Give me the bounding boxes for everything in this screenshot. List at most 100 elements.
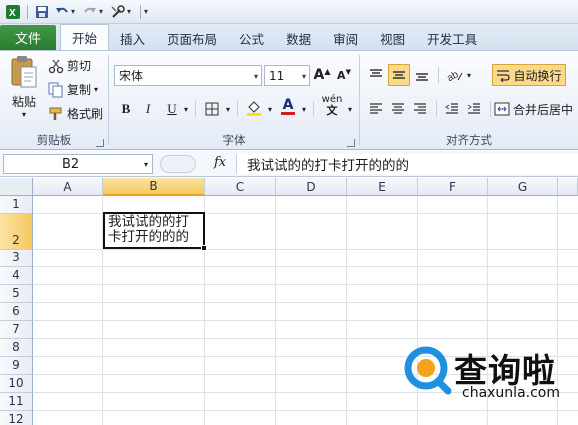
customize-dropdown-icon[interactable]: ▾ [127,7,131,16]
insert-function-icon[interactable]: fx [214,155,226,170]
format-painter-button[interactable]: 格式刷 [48,105,103,122]
format-painter-label: 格式刷 [67,107,104,121]
font-color-button[interactable]: A [279,96,297,116]
decrease-indent-button[interactable] [442,99,462,119]
font-color-label: A [282,96,294,113]
tab-review[interactable]: 审阅 [322,26,369,50]
row-header-12[interactable]: 12 [0,411,33,425]
tab-page-layout[interactable]: 页面布局 [156,26,228,50]
merge-center-label: 合并后居中 [513,102,574,117]
borders-icon [205,102,219,116]
column-header-e[interactable]: E [347,178,418,196]
gridline-row [33,266,578,267]
row-header-9[interactable]: 9 [0,357,33,375]
name-box[interactable]: B2 ▾ [3,154,153,174]
middle-align-icon [393,71,405,79]
phonetic-char-icon: 文 [326,104,338,117]
phonetic-dropdown-icon[interactable]: ▾ [345,99,355,119]
tab-data[interactable]: 数据 [275,26,322,50]
font-color-swatch [281,111,295,115]
shrink-font-button[interactable]: A ▼ [335,65,353,85]
underline-dropdown-icon[interactable]: ▾ [181,99,191,119]
wrap-text-button[interactable]: 自动换行 [492,64,566,86]
tab-insert[interactable]: 插入 [109,26,156,50]
save-icon[interactable] [33,3,51,21]
middle-align-button[interactable] [388,64,410,86]
font-size-select[interactable]: 11 ▾ [264,65,310,86]
align-right-icon [414,103,426,114]
borders-dropdown-icon[interactable]: ▾ [223,99,233,119]
tab-developer[interactable]: 开发工具 [416,26,488,50]
row-header-2[interactable]: 2 [0,214,33,250]
top-align-button[interactable] [366,65,386,85]
copy-button[interactable]: 复制 ▾ [48,81,98,98]
align-center-button[interactable] [388,99,408,119]
undo-dropdown-icon[interactable]: ▾ [71,7,75,16]
tab-formulas[interactable]: 公式 [228,26,275,50]
customize-icon[interactable] [109,3,127,21]
excel-logo-icon[interactable]: X [4,3,22,21]
column-header-b[interactable]: B [103,178,205,196]
row-header-3[interactable]: 3 [0,250,33,267]
phonetic-guide-button[interactable]: wén 文 [319,94,345,117]
tab-file[interactable]: 文件 [0,25,56,50]
paste-button[interactable]: 粘贴 ▾ [6,55,42,119]
redo-dropdown-icon[interactable]: ▾ [99,7,103,16]
row-header-8[interactable]: 8 [0,339,33,357]
orientation-button[interactable]: ab [444,65,466,85]
font-group-label: 字体 [222,133,246,147]
merge-center-button[interactable]: 合并后居中 [494,99,578,119]
row-header-7[interactable]: 7 [0,321,33,339]
watermark-url: chaxunla.com [462,385,560,401]
column-header-overflow[interactable] [558,178,578,196]
row-header-11[interactable]: 11 [0,393,33,411]
row-header-10[interactable]: 10 [0,375,33,393]
orientation-dropdown-icon[interactable]: ▾ [464,65,474,85]
chevron-down-icon: ▾ [253,72,258,81]
formula-bar-divider[interactable] [160,155,196,173]
qat-more-icon[interactable]: ▾ [144,7,148,16]
bold-button[interactable]: B [117,99,135,119]
select-all-corner[interactable] [0,178,33,196]
grow-font-button[interactable]: A ▲ [313,65,331,85]
font-color-dropdown-icon[interactable]: ▾ [299,99,309,119]
copy-dropdown-icon[interactable]: ▾ [94,85,98,94]
font-name-select[interactable]: 宋体 ▾ [114,65,262,86]
paste-dropdown-icon[interactable]: ▾ [22,110,26,119]
redo-icon[interactable] [81,3,99,21]
borders-button[interactable] [201,99,223,119]
magnifier-logo-icon [404,346,452,395]
column-header-f[interactable]: F [418,178,488,196]
align-right-button[interactable] [410,99,430,119]
row-header-5[interactable]: 5 [0,285,33,303]
fill-color-dropdown-icon[interactable]: ▾ [265,99,275,119]
tab-home[interactable]: 开始 [60,24,110,50]
active-cell-b2[interactable]: 我试试的的打卡打开的的的 [103,212,205,249]
increase-indent-icon [467,103,480,114]
row-header-6[interactable]: 6 [0,303,33,321]
font-launcher-icon[interactable] [347,139,355,147]
decrease-indent-icon [445,103,458,114]
underline-button[interactable]: U [163,99,181,119]
fill-handle[interactable] [201,245,207,251]
formula-input[interactable]: 我试试的的打卡打开的的的 [236,154,578,174]
column-header-g[interactable]: G [488,178,558,196]
row-header-1[interactable]: 1 [0,196,33,214]
ribbon-tabs: 文件 开始 插入 页面布局 公式 数据 审阅 视图 开发工具 [0,24,578,50]
clipboard-launcher-icon[interactable] [96,139,104,147]
column-header-d[interactable]: D [276,178,347,196]
column-header-a[interactable]: A [33,178,103,196]
align-left-button[interactable] [366,99,386,119]
scissors-icon [48,59,64,73]
row-header-4[interactable]: 4 [0,267,33,285]
undo-icon[interactable] [53,3,71,21]
bottom-align-button[interactable] [412,65,432,85]
alignment-group: ab ▾ 自动换行 合并后居中 对齐方式 [360,51,578,150]
italic-button[interactable]: I [139,99,157,119]
fill-color-button[interactable] [243,98,265,118]
cut-button[interactable]: 剪切 [48,57,91,74]
column-header-c[interactable]: C [205,178,276,196]
increase-indent-button[interactable] [464,99,484,119]
align-center-icon [392,103,404,114]
tab-view[interactable]: 视图 [369,26,416,50]
